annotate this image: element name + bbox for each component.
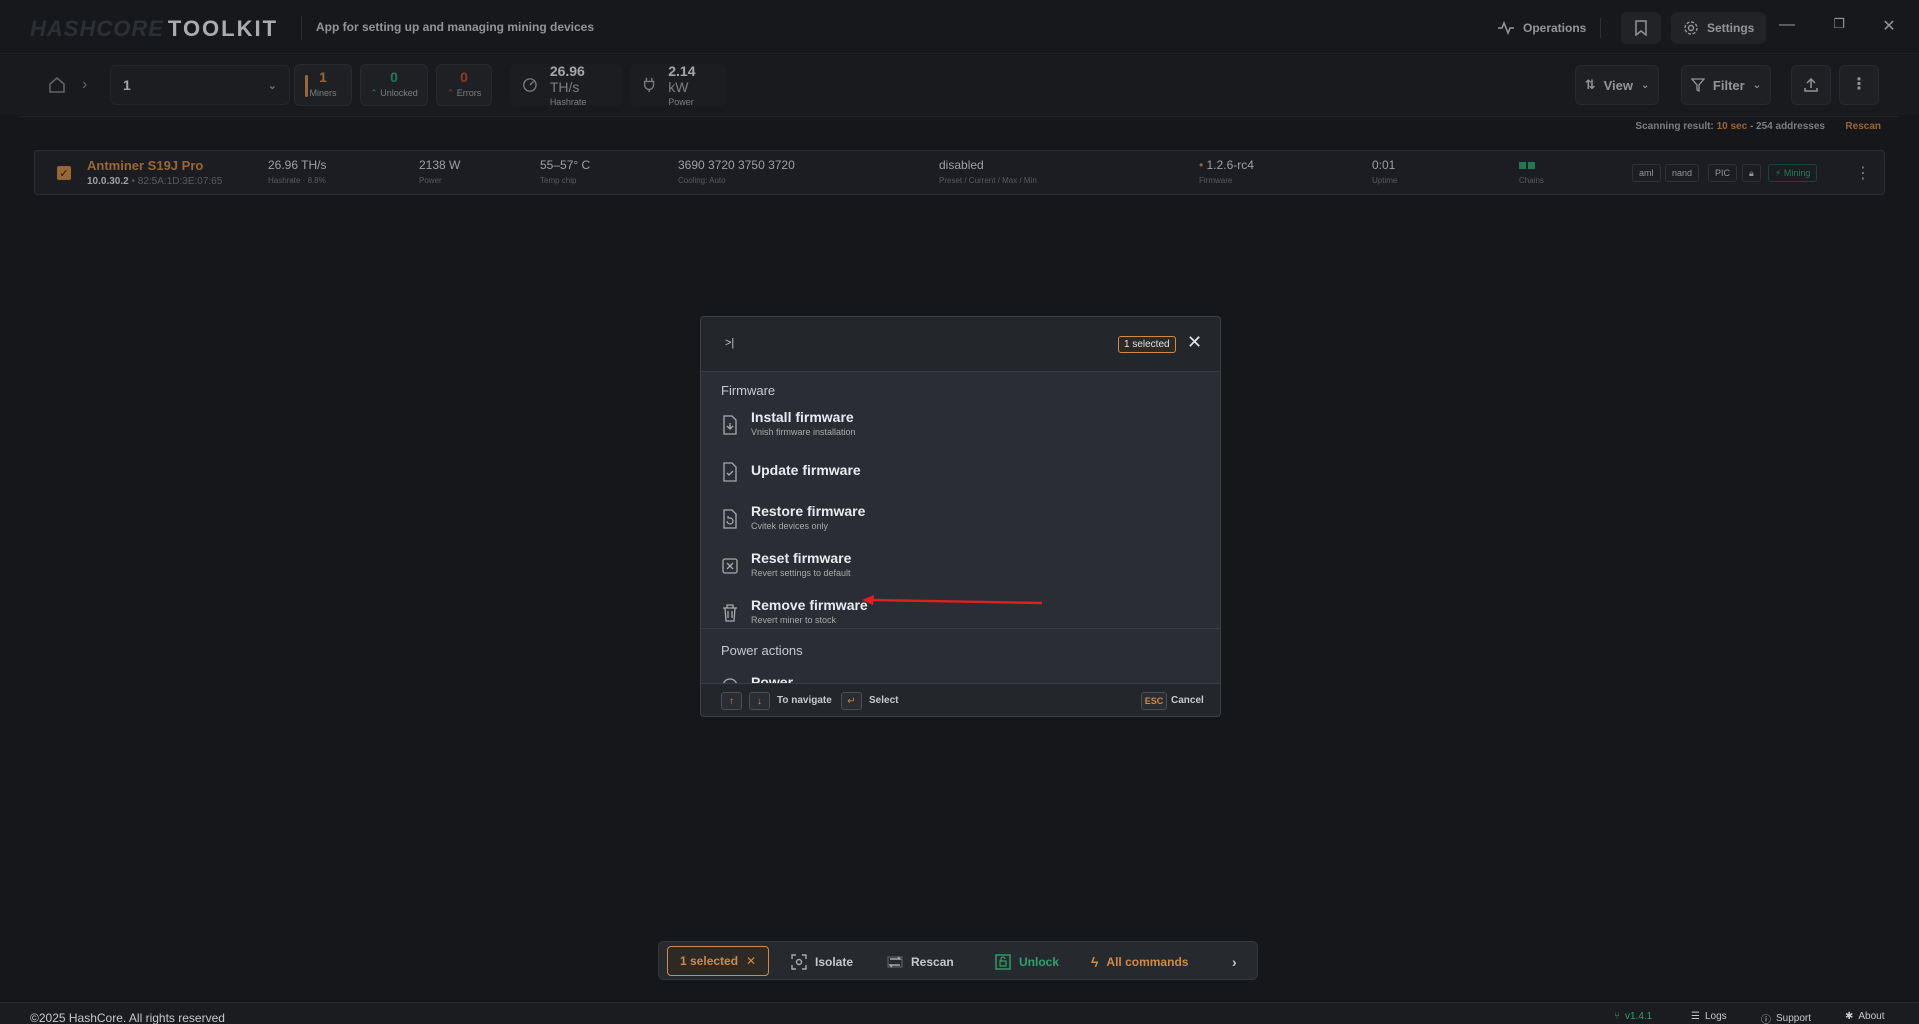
file-check-icon xyxy=(723,462,737,482)
section-power-actions: Power actions xyxy=(721,643,803,658)
all-commands-button[interactable]: ϟ All commands xyxy=(1091,942,1188,981)
copyright: ©2025 HashCore. All rights reserved xyxy=(30,1011,225,1024)
lightning-icon: ϟ xyxy=(1091,953,1099,970)
branch-icon: ⑂ xyxy=(1614,1011,1620,1022)
status-footer: ©2025 HashCore. All rights reserved ⑂ v1.… xyxy=(0,1002,1919,1024)
reset-firmware-item[interactable]: Reset firmware Revert settings to defaul… xyxy=(721,548,1201,588)
select-hint: Select xyxy=(869,695,899,706)
restore-firmware-title: Restore firmware xyxy=(751,503,866,519)
asterisk-icon: ✱ xyxy=(1845,1011,1854,1022)
selection-chip-label: 1 selected xyxy=(680,954,739,968)
focus-icon xyxy=(791,953,807,970)
remove-firmware-title: Remove firmware xyxy=(751,597,868,613)
update-firmware-item[interactable]: Update firmware xyxy=(721,454,1201,494)
selected-count-badge: 1 selected xyxy=(1118,336,1176,353)
section-divider xyxy=(701,628,1220,629)
arrow-down-key-icon: ↓ xyxy=(749,692,770,710)
about-button[interactable]: ✱ About xyxy=(1845,1011,1885,1022)
close-icon[interactable]: ✕ xyxy=(1187,332,1202,353)
enter-key-icon: ↵ xyxy=(841,692,862,710)
reset-firmware-title: Reset firmware xyxy=(751,550,852,566)
help-icon: ⓘ xyxy=(1761,1015,1771,1024)
arrow-up-key-icon: ↑ xyxy=(721,692,742,710)
reset-firmware-desc: Revert settings to default xyxy=(751,568,851,578)
section-firmware: Firmware xyxy=(721,383,776,398)
isolate-button[interactable]: Isolate xyxy=(791,942,853,981)
annotation-arrow-icon xyxy=(862,595,1043,605)
unlock-icon xyxy=(995,953,1011,970)
rescan-button[interactable]: Rescan xyxy=(887,942,954,981)
logs-button[interactable]: ☰ Logs xyxy=(1691,1011,1727,1022)
expand-icon[interactable]: › xyxy=(1232,942,1237,981)
navigate-hint: To navigate xyxy=(777,695,832,706)
command-palette-header: >| 1 selected ✕ xyxy=(701,317,1220,372)
command-palette: >| 1 selected ✕ Firmware Install firmwar… xyxy=(700,316,1221,717)
selection-chip[interactable]: 1 selected ✕ xyxy=(667,946,770,976)
file-download-icon xyxy=(723,415,737,435)
bulk-action-bar: 1 selected ✕ Isolate Rescan Unlock ϟ All… xyxy=(658,941,1258,980)
collapse-icon[interactable]: >| xyxy=(725,337,734,349)
remove-firmware-desc: Revert miner to stock xyxy=(751,615,837,625)
clear-selection-icon[interactable]: ✕ xyxy=(746,954,756,968)
unlock-button[interactable]: Unlock xyxy=(995,942,1059,981)
trash-icon xyxy=(723,604,737,622)
restore-firmware-desc: Cvitek devices only xyxy=(751,521,829,531)
list-icon: ☰ xyxy=(1691,1011,1700,1022)
update-firmware-title: Update firmware xyxy=(751,462,861,478)
install-firmware-title: Install firmware xyxy=(751,409,854,425)
file-restore-icon xyxy=(723,509,737,529)
square-x-icon xyxy=(722,558,738,574)
support-button[interactable]: ⓘ Support xyxy=(1761,1011,1811,1024)
install-firmware-item[interactable]: Install firmware Vnish firmware installa… xyxy=(721,407,1201,447)
install-firmware-desc: Vnish firmware installation xyxy=(751,427,856,437)
refresh-icon xyxy=(887,956,903,967)
cancel-hint[interactable]: Cancel xyxy=(1171,695,1204,706)
restore-firmware-item[interactable]: Restore firmware Cvitek devices only xyxy=(721,501,1201,541)
version-indicator[interactable]: ⑂ v1.4.1 xyxy=(1614,1011,1652,1022)
esc-key: ESC xyxy=(1141,692,1167,710)
command-palette-footer: ↑ ↓ To navigate ↵ Select ESC Cancel xyxy=(701,683,1220,716)
